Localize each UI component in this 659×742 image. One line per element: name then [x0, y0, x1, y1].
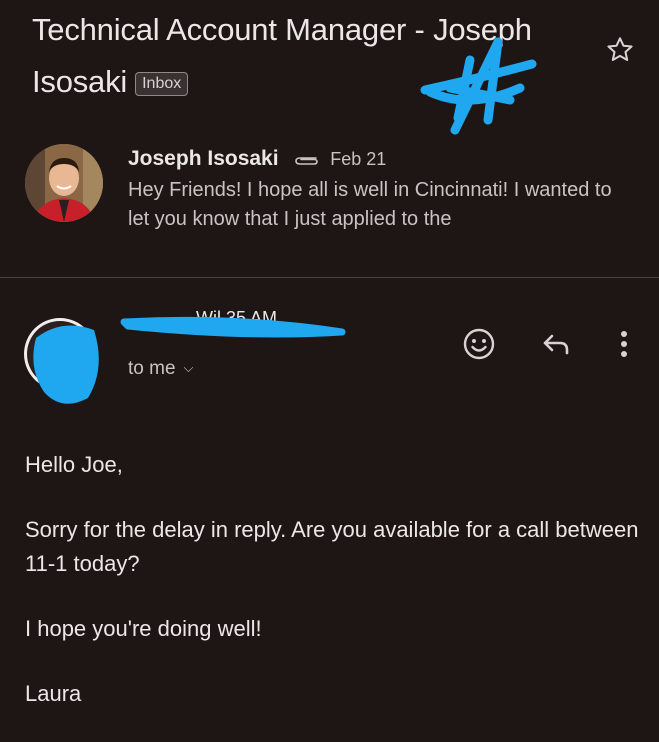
- more-options-button[interactable]: [604, 324, 644, 364]
- redaction-scribble: [420, 37, 537, 135]
- message-date: Feb 21: [330, 149, 387, 169]
- inbox-label-chip[interactable]: Inbox: [135, 72, 189, 96]
- reply-button[interactable]: [536, 324, 576, 364]
- attachment-icon: [292, 146, 320, 176]
- emoji-reaction-button[interactable]: [459, 324, 499, 364]
- recipient-details-toggle[interactable]: to me ⌵: [128, 354, 193, 383]
- collapsed-sender-line: Joseph Isosaki Feb 21: [128, 144, 386, 176]
- redacted-avatar[interactable]: [22, 308, 112, 408]
- collapsed-message[interactable]: Joseph Isosaki Feb 21 Hey Friends! I hop…: [0, 138, 659, 276]
- body-closing: I hope you're doing well!: [25, 616, 262, 641]
- body-signature: Laura: [25, 681, 82, 706]
- emoji-reaction-icon: [463, 328, 495, 360]
- more-vert-icon: [621, 331, 627, 357]
- avatar-photo-image: [25, 144, 103, 222]
- expanded-message-header: Wil 35 AM to me ⌵: [0, 300, 659, 410]
- recipient-summary: to me: [128, 358, 176, 379]
- body-paragraph: Sorry for the delay in reply. Are you av…: [25, 517, 639, 576]
- message-divider: [0, 277, 659, 278]
- redacted-sender-name: Wil 35 AM: [120, 308, 346, 338]
- body-greeting: Hello Joe,: [25, 452, 123, 477]
- star-button[interactable]: [604, 34, 636, 66]
- sender-avatar[interactable]: [25, 144, 103, 222]
- star-outline-icon: [607, 37, 633, 61]
- message-snippet: Hey Friends! I hope all is well in Cinci…: [128, 179, 612, 230]
- message-body: Hello Joe, Sorry for the delay in reply.…: [25, 448, 645, 742]
- sender-name: Joseph Isosaki: [128, 147, 279, 170]
- chevron-down-icon: ⌵: [183, 360, 194, 375]
- reply-icon: [543, 334, 569, 355]
